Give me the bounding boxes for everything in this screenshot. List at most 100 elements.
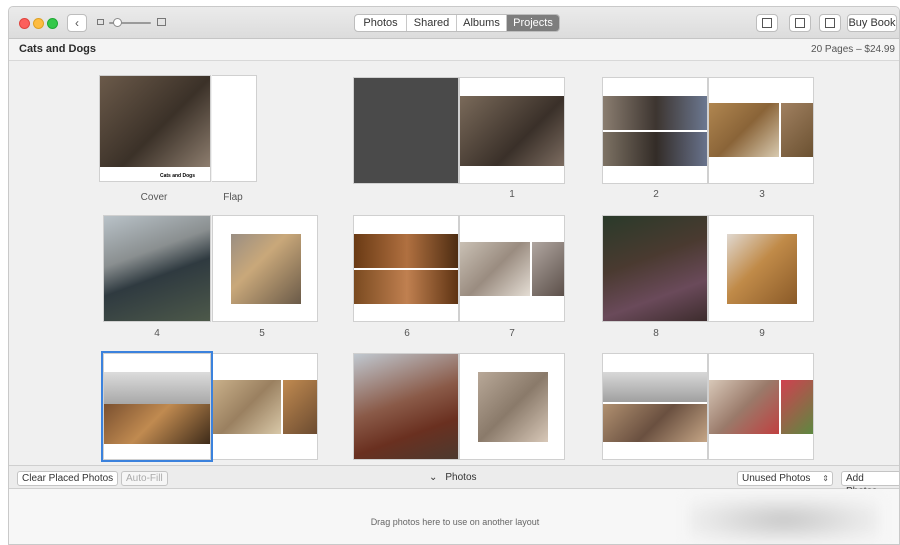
project-title: Cats and Dogs	[19, 43, 97, 55]
page-label-1: 1	[509, 189, 515, 200]
spread-4-5[interactable]	[103, 215, 318, 322]
drop-hint: Drag photos here to use on another layou…	[370, 517, 540, 527]
photos-drawer-toggle[interactable]: ⌄ Photos	[429, 472, 477, 483]
zoom-slider[interactable]	[97, 17, 169, 29]
add-photos-button[interactable]: Add Photos	[841, 471, 899, 497]
page-3-photo-dog	[709, 103, 779, 157]
spread-2-3[interactable]	[602, 77, 814, 184]
page-6[interactable]	[353, 215, 459, 322]
page-15-photo-man	[709, 380, 779, 434]
spread-cover[interactable]: Cats and Dogs	[99, 75, 311, 182]
page-4-photo	[104, 216, 210, 321]
tab-shared[interactable]: Shared	[407, 15, 457, 31]
page-2-photo-top	[603, 96, 707, 130]
page-label-7: 7	[509, 328, 515, 339]
spread-8-9[interactable]	[602, 215, 814, 322]
page-5-photo	[231, 234, 301, 304]
spread-12-13[interactable]	[353, 353, 565, 460]
view-tabs: Photos Shared Albums Projects	[354, 14, 560, 32]
page-12-photo	[354, 354, 458, 459]
book-pages-grid: Cats and Dogs Cover Flap 1 2 3 4 5 6 7 8…	[9, 61, 899, 465]
spread-1[interactable]	[353, 77, 565, 184]
page-label-4: 4	[154, 328, 160, 339]
page-13[interactable]	[459, 353, 565, 460]
page-3[interactable]	[708, 77, 814, 184]
small-thumbnail-icon	[97, 19, 104, 25]
page-6-photo-top	[354, 234, 458, 268]
page-6-photo-bottom	[354, 270, 458, 304]
page-flap[interactable]	[212, 75, 257, 182]
page-2-photo-bottom	[603, 132, 707, 166]
tab-albums[interactable]: Albums	[457, 15, 507, 31]
page-8-photo	[603, 216, 707, 321]
zoom-slider-knob[interactable]	[113, 18, 122, 27]
spread-6-7[interactable]	[353, 215, 565, 322]
spread-14-15[interactable]	[602, 353, 814, 460]
photo-filter-value: Unused Photos	[742, 473, 811, 484]
close-window-button[interactable]	[19, 18, 30, 29]
page-options-icon	[762, 18, 772, 28]
updown-chevron-icon: ⇕	[822, 474, 829, 483]
page-label-cover: Cover	[140, 192, 168, 203]
large-thumbnail-icon	[157, 18, 166, 26]
photos-window: ‹ Photos Shared Albums Projects Buy Book…	[8, 6, 900, 545]
page-cover[interactable]: Cats and Dogs	[99, 75, 211, 182]
bottom-toolbar: Clear Placed Photos Auto-Fill ⌄ Photos U…	[9, 465, 899, 497]
tab-projects[interactable]: Projects	[507, 15, 559, 31]
page-label-8: 8	[653, 328, 659, 339]
page-options-button[interactable]	[756, 14, 778, 32]
page-8[interactable]	[602, 215, 708, 322]
page-7[interactable]	[459, 215, 565, 322]
zoom-window-button[interactable]	[47, 18, 58, 29]
page-count-price: 20 Pages – $24.99	[811, 44, 895, 55]
add-pages-icon	[825, 18, 835, 28]
page-9-photo	[727, 234, 797, 304]
page-label-6: 6	[404, 328, 410, 339]
page-1-photo	[460, 96, 564, 166]
minimize-window-button[interactable]	[33, 18, 44, 29]
photos-drop-area[interactable]: Drag photos here to use on another layou…	[9, 489, 899, 544]
page-1[interactable]	[459, 77, 565, 184]
auto-fill-button[interactable]: Auto-Fill	[121, 471, 168, 486]
selection-highlight	[101, 351, 213, 462]
project-header: Cats and Dogs 20 Pages – $24.99	[9, 39, 899, 61]
page-15-photo-flowers	[781, 380, 813, 434]
page-label-flap: Flap	[223, 192, 243, 203]
page-14[interactable]	[602, 353, 708, 460]
page-5[interactable]	[212, 215, 318, 322]
chevron-down-icon: ⌄	[429, 472, 438, 483]
page-inside-cover[interactable]	[353, 77, 459, 184]
page-7-photo-couple	[532, 242, 564, 296]
page-12[interactable]	[353, 353, 459, 460]
page-label-2: 2	[653, 189, 659, 200]
toolbar: ‹ Photos Shared Albums Projects Buy Book	[9, 7, 899, 39]
page-7-photo-man	[460, 242, 530, 296]
page-14-photo-landscape	[603, 372, 707, 402]
page-label-5: 5	[259, 328, 265, 339]
page-3-photo-cat	[781, 103, 813, 157]
spread-10-11[interactable]	[101, 351, 318, 462]
page-label-9: 9	[759, 328, 765, 339]
cover-caption: Cats and Dogs	[160, 173, 196, 179]
buy-book-button[interactable]: Buy Book	[847, 14, 897, 32]
layout-options-button[interactable]	[789, 14, 811, 32]
page-2[interactable]	[602, 77, 708, 184]
page-4[interactable]	[103, 215, 211, 322]
page-11-photo-vintage	[213, 380, 281, 434]
page-label-3: 3	[759, 189, 765, 200]
tab-photos[interactable]: Photos	[355, 15, 407, 31]
page-11-photo-cat	[283, 380, 317, 434]
cover-photo	[100, 76, 210, 167]
chevron-left-icon: ‹	[75, 16, 79, 30]
page-14-photo-family	[603, 404, 707, 442]
clear-placed-photos-button[interactable]: Clear Placed Photos	[17, 471, 119, 486]
page-11[interactable]	[212, 353, 318, 460]
photos-drawer-label: Photos	[445, 472, 477, 483]
page-9[interactable]	[708, 215, 814, 322]
add-pages-button[interactable]	[819, 14, 841, 32]
back-button[interactable]: ‹	[67, 14, 87, 32]
photo-filter-select[interactable]: Unused Photos ⇕	[737, 471, 833, 486]
page-15[interactable]	[708, 353, 814, 460]
layout-icon	[795, 18, 805, 28]
page-13-photo	[478, 372, 548, 442]
